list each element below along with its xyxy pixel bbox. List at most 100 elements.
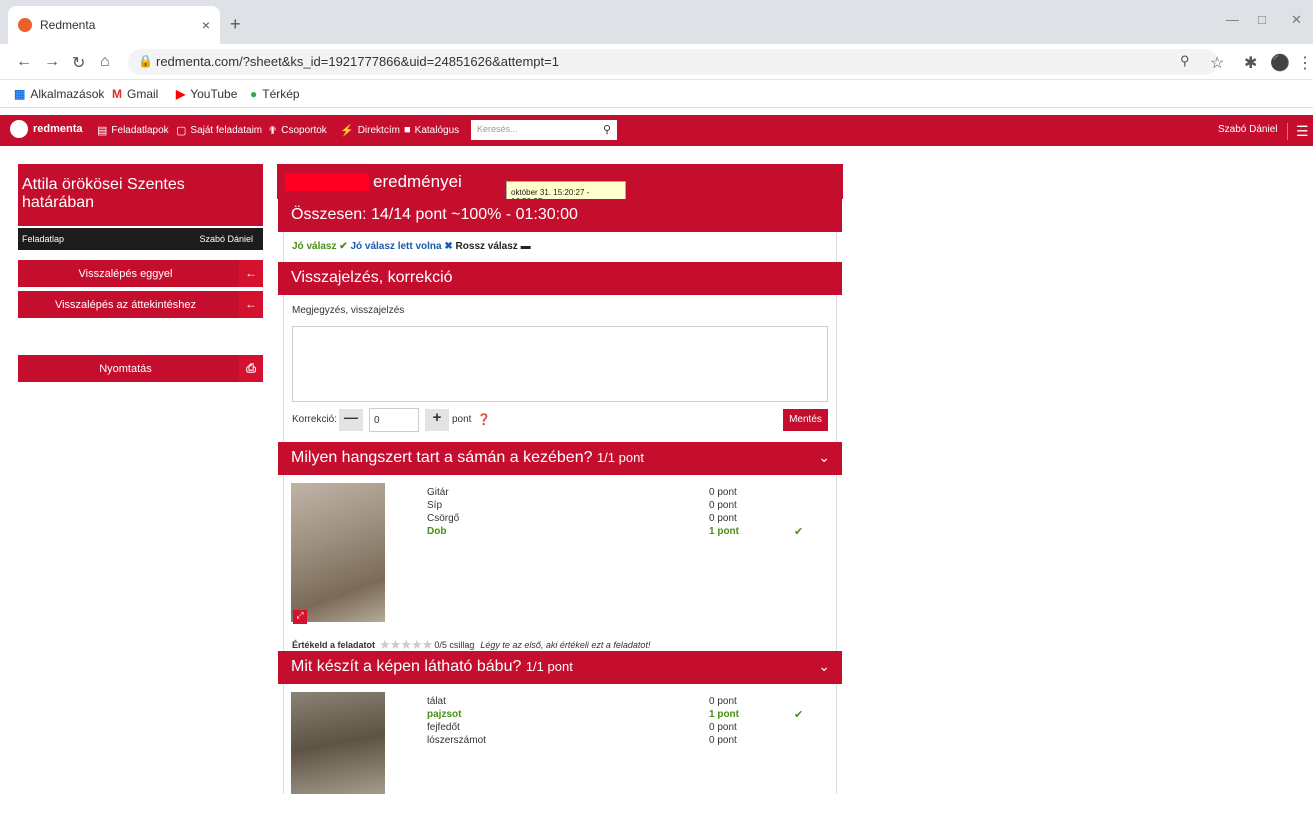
- more-menu-icon[interactable]: ⋮: [1297, 53, 1313, 73]
- decrement-button[interactable]: —: [339, 409, 363, 431]
- bookmark-gmail[interactable]: M Gmail: [112, 87, 158, 101]
- bookmarks-bar: ▦ Alkalmazások M Gmail ▶ YouTube ● Térké…: [0, 80, 1313, 108]
- results-panel: eredményei október 31. 15:20:27 - 16:50:…: [277, 164, 843, 794]
- question-body: tálat 0 pont pajzsot 1 pont ✔ fejfedőt 0…: [284, 684, 836, 794]
- help-icon[interactable]: ❓: [477, 413, 491, 426]
- increment-button[interactable]: +: [425, 409, 449, 431]
- total-score-header: Összesen: 14/14 pont ~100% - 01:30:00: [278, 199, 842, 232]
- nav-katalogus[interactable]: ■ Katalógus: [404, 124, 459, 136]
- check-icon: ✔: [794, 709, 804, 721]
- maps-pin-icon: ●: [250, 87, 258, 101]
- answer-points: 1 pont: [709, 709, 739, 720]
- zoom-icon[interactable]: ⚲: [1180, 53, 1190, 69]
- hamburger-menu-icon[interactable]: ☰: [1287, 123, 1309, 140]
- feedback-textarea[interactable]: [292, 326, 828, 402]
- apps-grid-icon: ▦: [14, 87, 26, 101]
- answer-option: Síp: [427, 500, 443, 511]
- question-header[interactable]: Mit készít a képen látható bábu? 1/1 pon…: [278, 651, 842, 684]
- close-window-icon[interactable]: ✕: [1291, 12, 1302, 28]
- book-icon: ■: [404, 124, 411, 136]
- cross-icon: ✖: [444, 241, 453, 252]
- bookmark-apps[interactable]: ▦ Alkalmazások: [14, 87, 104, 101]
- summary-section: Összesen: 14/14 pont ~100% - 01:30:00 Jó…: [278, 199, 842, 794]
- bookmark-maps[interactable]: ● Térkép: [250, 87, 300, 101]
- arrow-left-icon: ←: [239, 260, 263, 287]
- correction-input[interactable]: 0: [369, 408, 419, 432]
- arrow-left-icon: ←: [239, 291, 263, 318]
- browser-tab[interactable]: Redmenta ×: [8, 6, 220, 44]
- logo-mark-icon: [10, 120, 28, 138]
- lock-icon: 🔒: [138, 54, 153, 68]
- url-text: redmenta.com/?sheet&ks_id=1921777866&uid…: [156, 54, 559, 69]
- answer-option: Gitár: [427, 487, 449, 498]
- question-body: ⤢ Gitár 0 pont Síp 0 pont Csörgő 0 pont …: [284, 475, 836, 652]
- redacted-name: [285, 172, 369, 191]
- new-tab-button[interactable]: +: [230, 14, 241, 35]
- redmenta-logo[interactable]: redmenta: [10, 120, 83, 138]
- answer-legend: Jó válasz ✔ Jó válasz lett volna ✖ Rossz…: [292, 241, 531, 252]
- minimize-icon[interactable]: —: [1226, 12, 1239, 27]
- youtube-icon: ▶: [176, 87, 186, 101]
- nav-feladatlapok[interactable]: ▤ Feladatlapok: [97, 124, 169, 137]
- nav-sajat-feladataim[interactable]: ▢ Saját feladataim: [176, 124, 262, 137]
- forward-icon[interactable]: →: [44, 53, 60, 71]
- search-icon[interactable]: ⚲: [603, 123, 611, 136]
- maximize-icon[interactable]: □: [1258, 12, 1266, 27]
- folder-icon: ▢: [176, 125, 187, 137]
- bookmark-youtube[interactable]: ▶ YouTube: [176, 87, 237, 101]
- worksheet-meta: Feladatlap Szabó Dániel: [18, 228, 263, 250]
- question-header[interactable]: Milyen hangszert tart a sámán a kezében?…: [278, 442, 842, 475]
- back-to-overview-button[interactable]: Visszalépés az áttekintéshez ←: [18, 291, 263, 318]
- back-icon[interactable]: ←: [16, 53, 32, 71]
- tab-title: Redmenta: [40, 18, 96, 32]
- check-icon: ✔: [339, 241, 348, 252]
- chevron-down-icon[interactable]: ⌄: [818, 658, 830, 675]
- bolt-icon: ⚡: [340, 125, 354, 137]
- home-icon[interactable]: ⌂: [100, 53, 110, 71]
- answer-points: 1 pont: [709, 526, 739, 537]
- redmenta-favicon-icon: [18, 18, 32, 32]
- answer-option: tálat: [427, 696, 446, 707]
- address-bar-row: ← → ↻ ⌂ 🔒 redmenta.com/?sheet&ks_id=1921…: [0, 44, 1313, 80]
- check-icon: ✔: [794, 526, 804, 538]
- answer-points: 0 pont: [709, 696, 737, 707]
- extensions-icon[interactable]: ✱: [1244, 53, 1257, 73]
- worksheet-title: Attila örökösei Szentes határában: [18, 164, 263, 226]
- sidebar: Attila örökösei Szentes határában Felada…: [18, 164, 263, 382]
- back-one-button[interactable]: Visszalépés eggyel ←: [18, 260, 263, 287]
- answer-option: lószerszámot: [427, 735, 486, 746]
- answer-option: pajzsot: [427, 709, 462, 720]
- answer-points: 0 pont: [709, 500, 737, 511]
- answer-points: 0 pont: [709, 735, 737, 746]
- answer-points: 0 pont: [709, 722, 737, 733]
- group-icon: ✟: [268, 125, 278, 137]
- feedback-header: Visszajelzés, korrekció: [278, 262, 842, 295]
- nav-direktcim[interactable]: ⚡ Direktcím: [340, 124, 400, 137]
- tab-close-icon[interactable]: ×: [202, 17, 210, 33]
- answer-points: 0 pont: [709, 487, 737, 498]
- question-image: ⤢: [291, 483, 385, 624]
- correction-row: Korrekció: — 0 + pont ❓ Mentés: [284, 402, 836, 442]
- user-name[interactable]: Szabó Dániel: [1218, 124, 1277, 135]
- profile-icon[interactable]: ⚫: [1270, 53, 1290, 73]
- print-icon: ⎙: [239, 355, 263, 382]
- nav-csoportok[interactable]: ✟ Csoportok: [268, 124, 327, 137]
- expand-image-icon[interactable]: ⤢: [293, 610, 307, 624]
- feedback-label: Megjegyzés, visszajelzés: [292, 305, 405, 316]
- answer-option: Csörgő: [427, 513, 460, 524]
- gmail-icon: M: [112, 87, 122, 101]
- url-field[interactable]: 🔒 redmenta.com/?sheet&ks_id=1921777866&u…: [128, 49, 1218, 75]
- question-image: [291, 692, 385, 794]
- site-search-input[interactable]: Keresés... ⚲: [471, 120, 617, 140]
- chevron-down-icon[interactable]: ⌄: [818, 449, 830, 466]
- answer-option: fejfedőt: [427, 722, 460, 733]
- reload-icon[interactable]: ↻: [72, 53, 85, 73]
- answer-points: 0 pont: [709, 513, 737, 524]
- feladatlapok-icon: ▤: [97, 125, 108, 137]
- bookmark-star-icon[interactable]: ☆: [1210, 53, 1224, 73]
- print-button[interactable]: Nyomtatás ⎙: [18, 355, 263, 382]
- answer-option: Dob: [427, 526, 447, 537]
- site-navbar: redmenta ▤ Feladatlapok ▢ Saját feladata…: [0, 115, 1313, 146]
- browser-tab-strip: Redmenta × + — □ ✕: [0, 0, 1313, 44]
- save-button[interactable]: Mentés: [783, 409, 828, 431]
